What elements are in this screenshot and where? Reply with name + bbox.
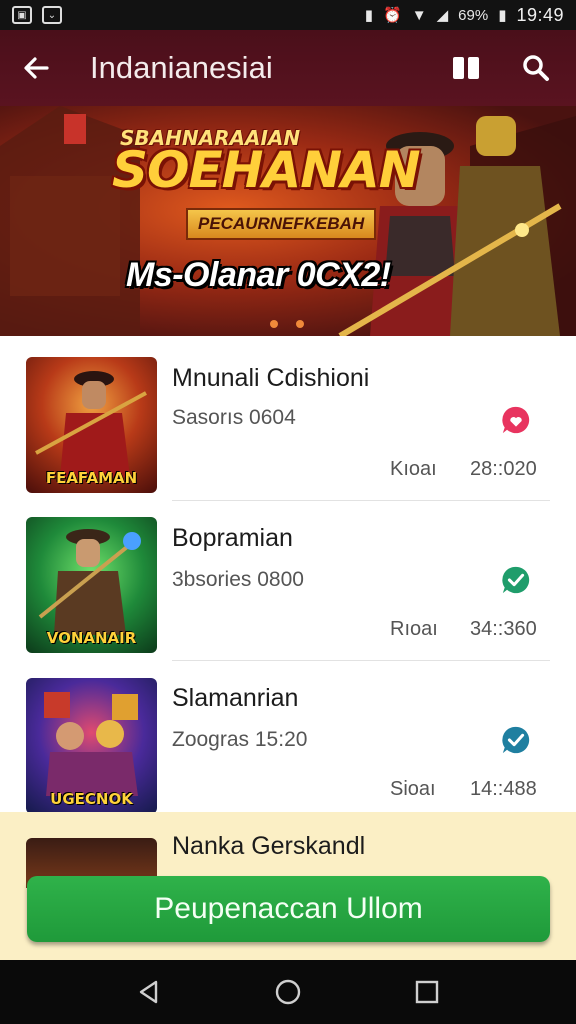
item-title: Mnunali Cdishioni <box>172 364 370 392</box>
game-list: FEAFAMAN Mnunali Cdishioni Sasorıs 0604 … <box>0 336 576 816</box>
banner-headline: SBAHNARAAIAN SOEHANAN <box>112 126 421 199</box>
item-meta-value: 28::020 <box>470 458 537 480</box>
battery-percent: 69% <box>458 6 489 24</box>
alarm-icon: ⏰ <box>383 7 402 24</box>
check-chat-icon[interactable] <box>500 564 532 596</box>
item-meta-label: Kıoaı <box>390 458 437 480</box>
list-item[interactable]: UGECNOK Slamanrian Zoogras 15:20 Sioaı 1… <box>0 656 576 816</box>
item-meta-value: 14::488 <box>470 778 537 800</box>
game-thumbnail: UGECNOK <box>26 678 157 814</box>
check-chat-icon[interactable] <box>500 724 532 756</box>
carousel-dot[interactable] <box>270 320 278 328</box>
battery-icon: ▮ <box>498 7 507 24</box>
screenshot-notification-icon: ▣ <box>12 6 32 24</box>
carousel-dot[interactable] <box>296 320 304 328</box>
item-title: Slamanrian <box>172 684 299 712</box>
item-title: Bopramian <box>172 524 293 552</box>
book-icon[interactable] <box>444 46 488 90</box>
bottom-sheet: Nanka Gerskandl Peupenaccan Ullom <box>0 812 576 960</box>
item-subtitle: 3bsories 0800 <box>172 568 304 591</box>
list-item[interactable]: VONANAIR Bopramian 3bsories 0800 Rıoaı 3… <box>0 496 576 661</box>
carousel-indicator <box>270 320 304 328</box>
item-meta-label: Sioaı <box>390 778 436 800</box>
sheet-item-title: Nanka Gerskandl <box>172 832 366 860</box>
list-item[interactable]: FEAFAMAN Mnunali Cdishioni Sasorıs 0604 … <box>0 336 576 501</box>
item-subtitle: Sasorıs 0604 <box>172 406 296 429</box>
item-meta-label: Rıoaı <box>390 618 438 640</box>
system-nav-bar <box>0 960 576 1024</box>
status-bar: ▣ ⌄ ▮ ⏰ ▼ ◢ 69% ▮ 19:49 <box>0 0 576 30</box>
game-thumbnail: VONANAIR <box>26 517 157 653</box>
clock: 19:49 <box>516 4 564 25</box>
primary-action-button[interactable]: Peupenaccan Ullom <box>27 876 550 942</box>
app-bar: Indanianesiai <box>0 30 576 106</box>
download-notification-icon: ⌄ <box>42 6 62 24</box>
search-icon[interactable] <box>514 46 558 90</box>
nav-recents-icon[interactable] <box>407 972 447 1012</box>
heart-chat-icon[interactable] <box>500 404 532 436</box>
vibrate-icon: ▮ <box>364 7 374 24</box>
nav-home-icon[interactable] <box>268 972 308 1012</box>
signal-icon: ◢ <box>436 7 449 24</box>
wifi-icon: ▼ <box>411 6 427 24</box>
page-title: Indanianesiai <box>90 50 273 85</box>
banner-subtitle: Ms-Olanar 0CX2! <box>126 256 391 294</box>
back-arrow-icon[interactable] <box>18 50 54 86</box>
item-meta-value: 34::360 <box>470 618 537 640</box>
item-subtitle: Zoogras 15:20 <box>172 728 308 751</box>
promo-banner[interactable]: SBAHNARAAIAN SOEHANAN PECAURNEFKEBAH Ms-… <box>0 106 576 336</box>
banner-ribbon: PECAURNEFKEBAH <box>186 208 377 240</box>
game-thumbnail: FEAFAMAN <box>26 357 157 493</box>
nav-back-icon[interactable] <box>129 972 169 1012</box>
